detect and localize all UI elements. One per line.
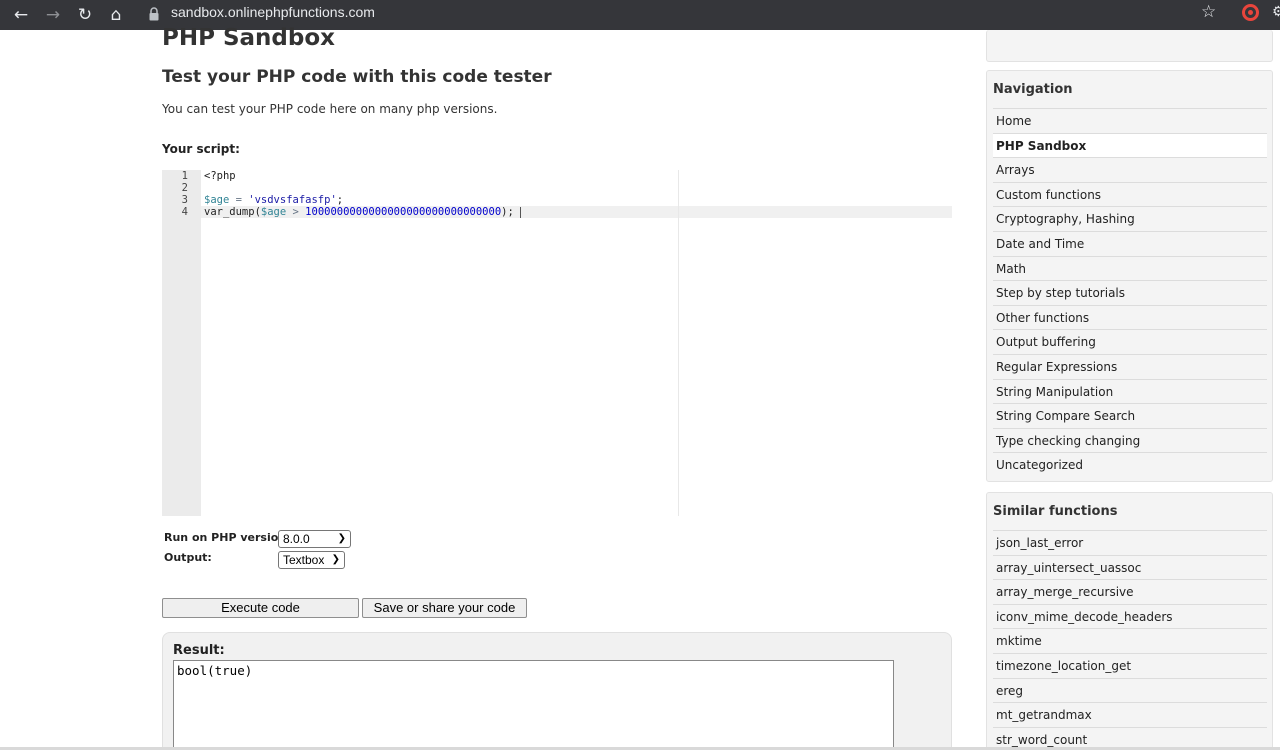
similar-function-link[interactable]: array_uintersect_uassoc (993, 554, 1267, 580)
address-bar[interactable]: sandbox.onlinephpfunctions.com (171, 3, 375, 21)
bookmark-star-icon[interactable]: ☆ (1201, 2, 1216, 22)
sidebar-item-math[interactable]: Math (993, 255, 1267, 281)
similar-function-link[interactable]: json_last_error (993, 530, 1267, 555)
script-label: Your script: (162, 142, 240, 156)
similar-functions-title: Similar functions (993, 504, 1118, 519)
php-version-value: 8.0.0 (283, 532, 310, 546)
sidebar-item-other-functions[interactable]: Other functions (993, 304, 1267, 330)
sidebar-item-regular-expressions[interactable]: Regular Expressions (993, 353, 1267, 379)
extensions-menu-icon[interactable]: ⚙ (1272, 4, 1280, 22)
sidebar-item-string-compare-search[interactable]: String Compare Search (993, 403, 1267, 428)
navigation-panel: Navigation Home PHP Sandbox Arrays Custom f… (986, 70, 1273, 482)
page-subtitle: Test your PHP code with this code tester (162, 67, 552, 87)
save-share-button[interactable]: Save or share your code (362, 598, 527, 618)
sidebar-item-date-and-time[interactable]: Date and Time (993, 230, 1267, 256)
code-line-3: $age = 'vsdvsfafasfp'; (204, 194, 343, 206)
navigation-title: Navigation (993, 82, 1073, 97)
code-token: $age (260, 206, 287, 218)
sidebar-item-output-buffering[interactable]: Output buffering (993, 329, 1267, 354)
line-number: 2 (181, 182, 188, 194)
editor-gutter: 1 2 3 4 (162, 170, 201, 516)
code-token: var_dump( (204, 206, 261, 218)
home-icon[interactable]: ⌂ (104, 3, 128, 27)
similar-function-link[interactable]: timezone_location_get (993, 652, 1267, 678)
similar-functions-panel: Similar functions json_last_error array_u… (986, 492, 1273, 750)
sidebar-item-type-checking-changing[interactable]: Type checking changing (993, 427, 1267, 453)
code-token: ); (501, 206, 514, 218)
result-label: Result: (173, 643, 225, 658)
chevron-down-icon: ❯ (331, 554, 340, 565)
result-textbox[interactable]: bool(true) (173, 660, 894, 750)
similar-function-link[interactable]: iconv_mime_decode_headers (993, 603, 1267, 629)
code-token: 'vsdvsfafasfp' (248, 194, 337, 206)
sidebar-item-step-by-step-tutorials[interactable]: Step by step tutorials (993, 280, 1267, 305)
similar-function-link[interactable]: mktime (993, 628, 1267, 653)
line-number: 4 (181, 206, 188, 218)
output-label: Output: (164, 551, 212, 564)
code-line-4: var_dump($age > 100000000000000000000000… (204, 206, 521, 218)
code-line-1: <?php (204, 170, 236, 182)
code-token: ; (336, 194, 344, 206)
intro-text: You can test your PHP code here on many … (162, 102, 498, 116)
sidebar-item-cryptography-hashing[interactable]: Cryptography, Hashing (993, 206, 1267, 231)
similar-function-link[interactable]: mt_getrandmax (993, 702, 1267, 727)
chevron-down-icon: ❯ (337, 533, 346, 544)
code-token: > (286, 206, 306, 218)
php-version-label: Run on PHP version: (164, 531, 291, 544)
sidebar-item-uncategorized[interactable]: Uncategorized (993, 452, 1267, 477)
navigation-list: Home PHP Sandbox Arrays Custom functions Cry… (993, 108, 1267, 477)
sidebar-item-custom-functions[interactable]: Custom functions (993, 181, 1267, 207)
text-cursor (519, 206, 521, 218)
similar-function-link[interactable]: array_merge_recursive (993, 579, 1267, 604)
page-title: PHP Sandbox (162, 25, 335, 51)
forward-arrow-icon[interactable]: → (41, 3, 65, 27)
code-token: <?php (204, 170, 236, 182)
code-token: = (229, 194, 249, 206)
line-number: 1 (181, 170, 188, 182)
execute-code-button[interactable]: Execute code (162, 598, 359, 618)
code-token: 1000000000000000000000000000000 (305, 206, 502, 218)
output-select[interactable]: Textbox ❯ (278, 551, 345, 569)
sidebar-item-arrays[interactable]: Arrays (993, 157, 1267, 182)
similar-functions-list: json_last_error array_uintersect_uassoc ar… (993, 530, 1267, 750)
back-arrow-icon[interactable]: ← (9, 3, 33, 27)
reload-icon[interactable]: ↻ (73, 3, 97, 27)
print-margin (678, 170, 679, 516)
extension-icon[interactable] (1242, 4, 1259, 21)
output-value: Textbox (283, 553, 325, 567)
sidebar-top-panel (986, 30, 1273, 62)
code-token: $age (204, 194, 230, 206)
sidebar-item-home[interactable]: Home (993, 108, 1267, 133)
lock-icon (149, 7, 159, 21)
sidebar-item-string-manipulation[interactable]: String Manipulation (993, 378, 1267, 404)
php-version-select[interactable]: 8.0.0 ❯ (278, 530, 351, 548)
line-number: 3 (181, 194, 188, 206)
similar-function-link[interactable]: ereg (993, 677, 1267, 703)
sidebar-item-php-sandbox[interactable]: PHP Sandbox (993, 132, 1267, 158)
code-editor[interactable]: 1 2 3 4 <?php $age = 'vsdvsfafasfp'; var… (162, 170, 952, 516)
result-panel: Result: bool(true) (162, 632, 952, 750)
